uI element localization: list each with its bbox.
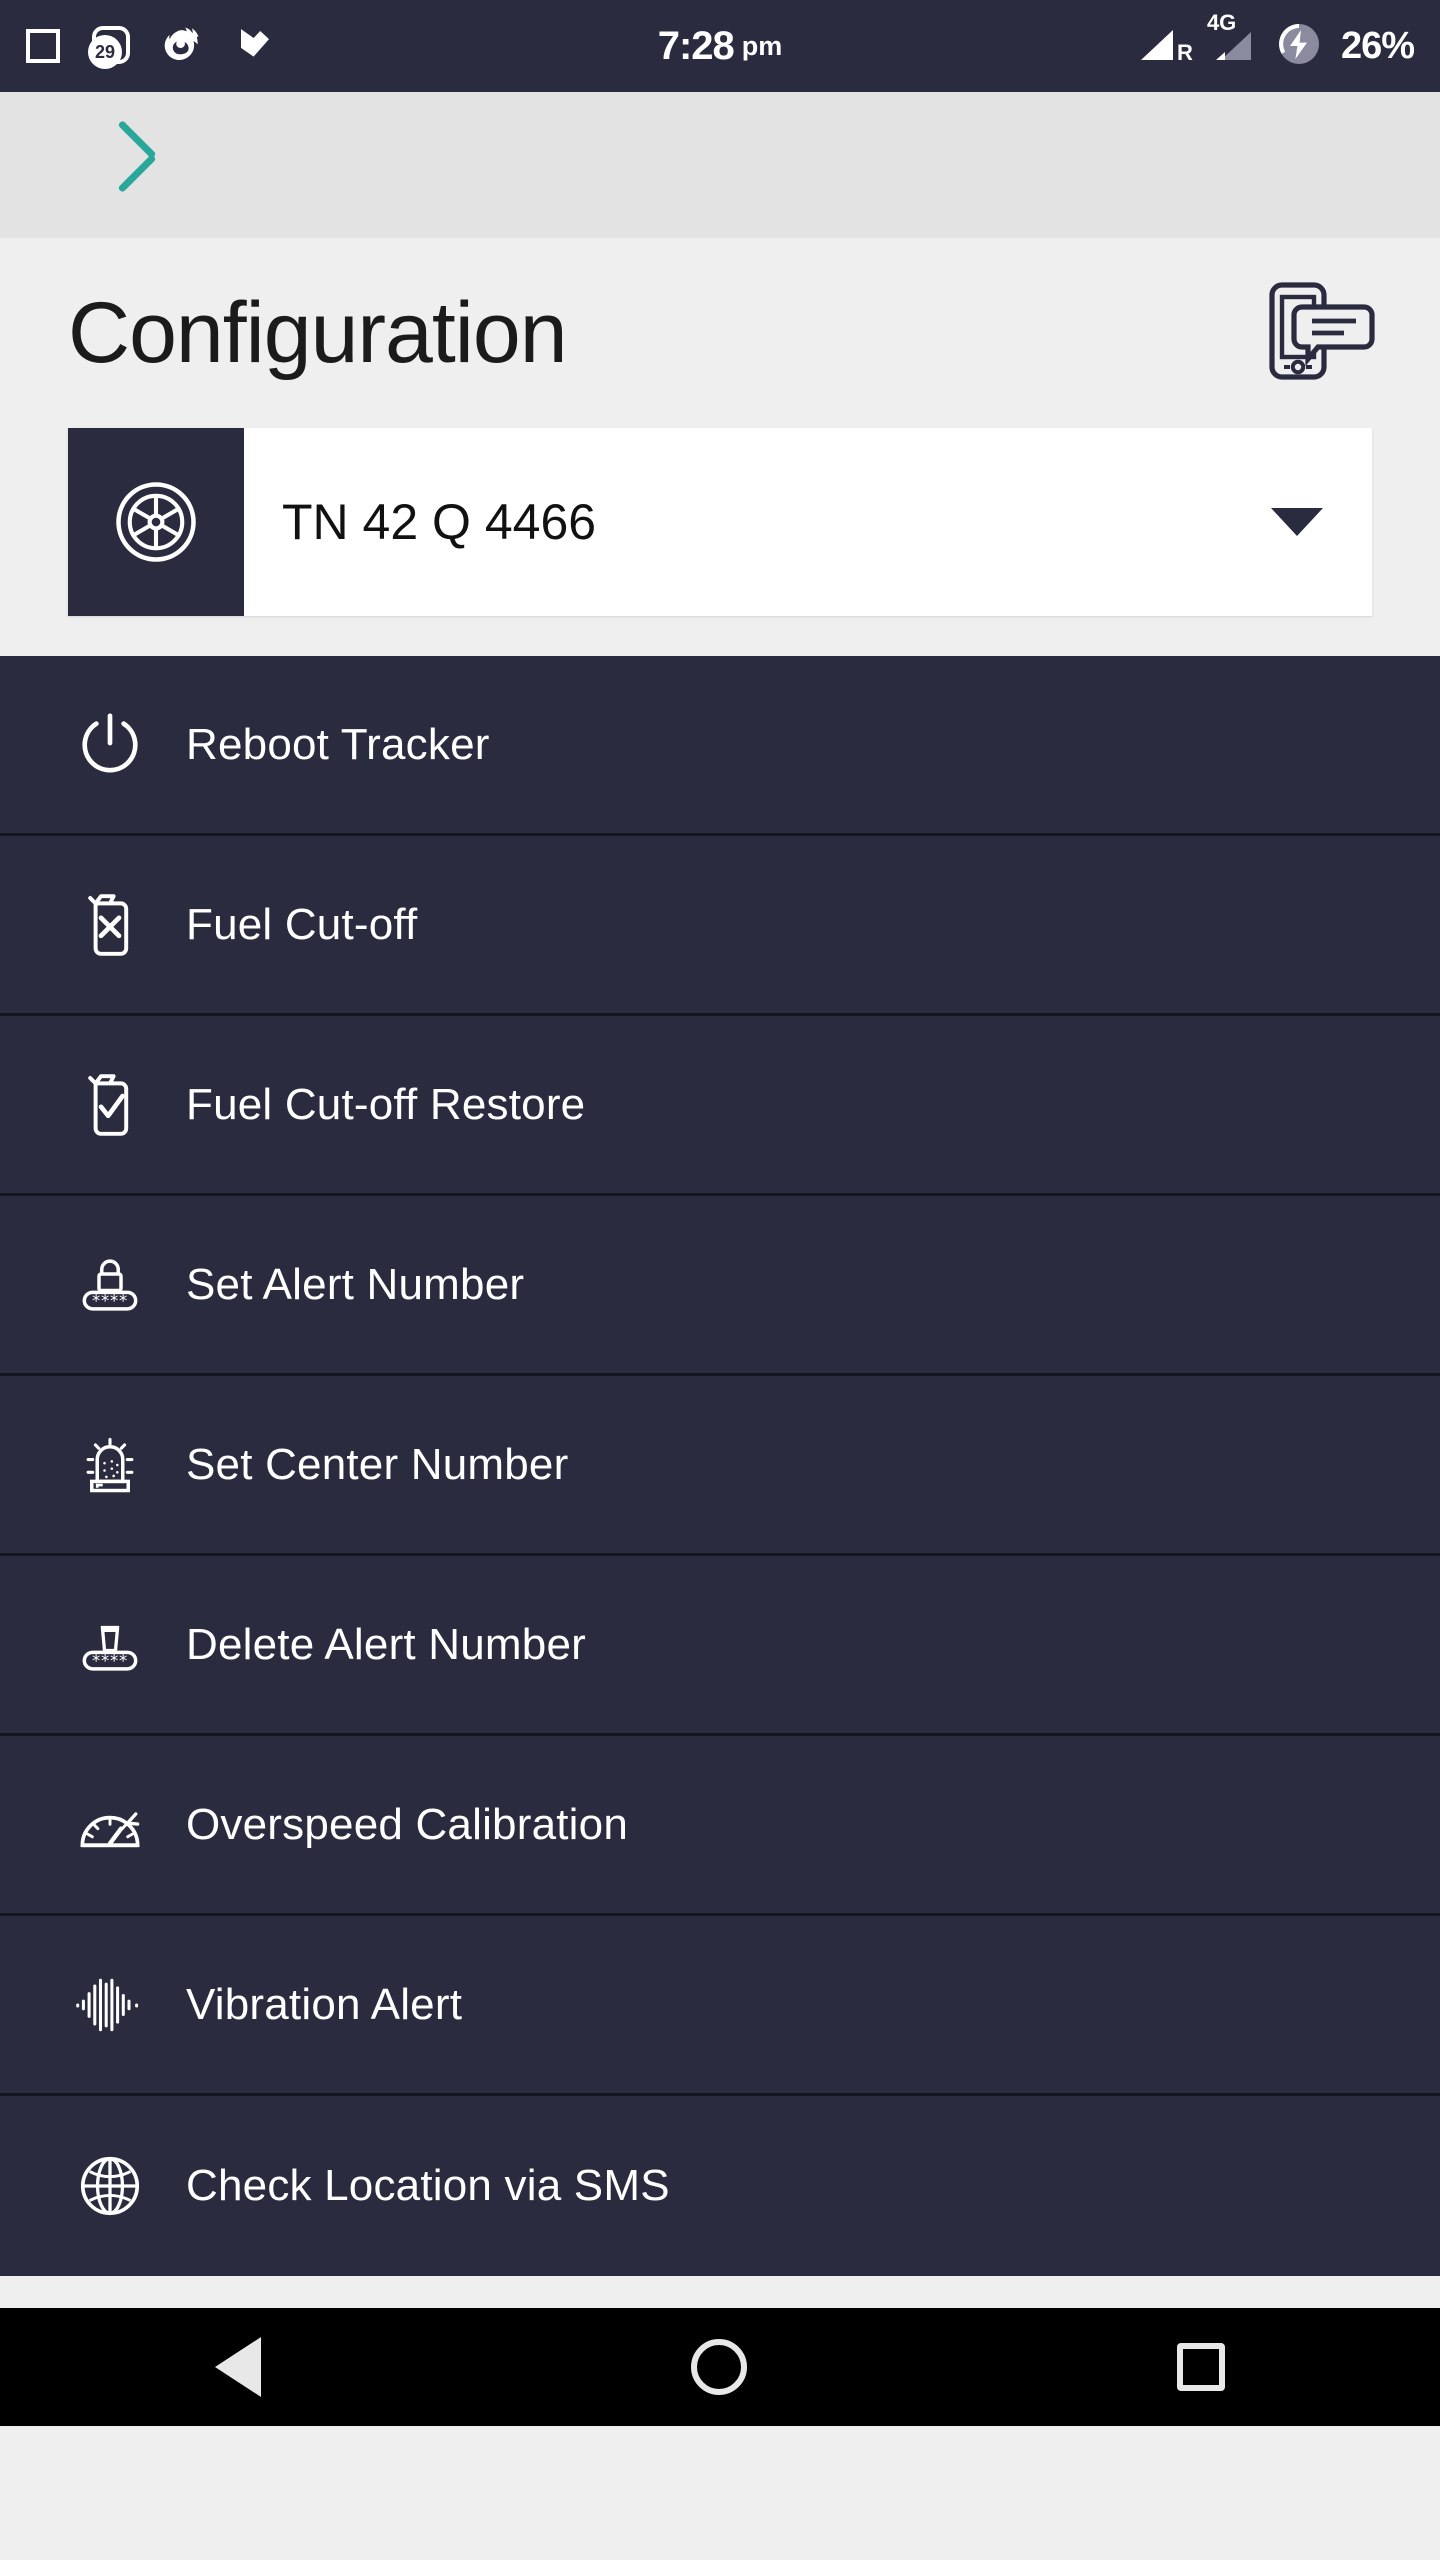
menu-item-fuel-cut-off-restore[interactable]: Fuel Cut-off Restore bbox=[0, 1016, 1440, 1196]
menu-item-set-center-number[interactable]: Set Center Number bbox=[0, 1376, 1440, 1556]
svg-text:****: **** bbox=[92, 1651, 128, 1670]
globe-icon bbox=[58, 2151, 162, 2221]
nav-back-icon[interactable] bbox=[215, 2337, 261, 2397]
notification-badge-icon: 29 bbox=[88, 26, 130, 69]
menu-item-delete-alert-number[interactable]: **** Delete Alert Number bbox=[0, 1556, 1440, 1736]
signal-bars-secondary-icon: 4G bbox=[1207, 10, 1257, 66]
android-nav-bar bbox=[0, 2308, 1440, 2426]
firefox-icon bbox=[160, 22, 204, 71]
nav-recents-icon[interactable] bbox=[1177, 2343, 1225, 2391]
menu-item-label: Reboot Tracker bbox=[186, 719, 490, 769]
roaming-label: R bbox=[1177, 40, 1193, 65]
clock-ampm: pm bbox=[741, 30, 783, 61]
battery-charging-icon bbox=[1275, 20, 1323, 73]
menu-item-check-location-via-sms[interactable]: Check Location via SMS bbox=[0, 2096, 1440, 2276]
battery-percent: 26% bbox=[1340, 24, 1415, 67]
menu-item-label: Overspeed Calibration bbox=[186, 1799, 628, 1849]
signal-bars-icon: R bbox=[1135, 26, 1193, 66]
chevron-down-icon[interactable] bbox=[1222, 428, 1372, 616]
menu-item-label: Delete Alert Number bbox=[186, 1619, 586, 1669]
phone-screen: 29 7:28 pm R 4G 26% Configuration TN 42 … bbox=[0, 0, 1440, 2560]
vehicle-selector[interactable]: TN 42 Q 4466 bbox=[68, 428, 1372, 616]
checkmark-play-icon bbox=[234, 23, 276, 70]
speedometer-icon bbox=[58, 1793, 162, 1857]
siren-icon bbox=[58, 1430, 162, 1500]
phone-sms-icon[interactable] bbox=[1266, 279, 1378, 388]
configuration-menu-list: Reboot Tracker Fuel Cut-off Fuel Cut-off… bbox=[0, 656, 1440, 2276]
page-header: Configuration bbox=[0, 238, 1440, 428]
waveform-icon bbox=[58, 1976, 162, 2034]
menu-item-vibration-alert[interactable]: Vibration Alert bbox=[0, 1916, 1440, 2096]
wheel-icon bbox=[68, 428, 244, 616]
status-bar-left-icons: 29 bbox=[26, 22, 276, 71]
menu-item-label: Check Location via SMS bbox=[186, 2161, 670, 2210]
vehicle-selector-container: TN 42 Q 4466 bbox=[0, 428, 1440, 656]
menu-item-reboot-tracker[interactable]: Reboot Tracker bbox=[0, 656, 1440, 836]
back-chevron-icon[interactable] bbox=[140, 139, 192, 191]
nav-home-icon[interactable] bbox=[691, 2339, 747, 2395]
vehicle-selector-value: TN 42 Q 4466 bbox=[282, 494, 597, 550]
menu-item-label: Fuel Cut-off bbox=[186, 899, 418, 949]
fuel-can-x-icon bbox=[58, 889, 162, 961]
svg-text:****: **** bbox=[92, 1291, 128, 1310]
trash-password-icon: **** bbox=[58, 1612, 162, 1678]
power-icon bbox=[58, 710, 162, 780]
menu-item-label: Fuel Cut-off Restore bbox=[186, 1079, 586, 1129]
stop-square-icon bbox=[26, 29, 60, 63]
fuel-can-check-icon bbox=[58, 1069, 162, 1141]
menu-item-label: Set Alert Number bbox=[186, 1259, 525, 1309]
menu-item-overspeed-calibration[interactable]: Overspeed Calibration bbox=[0, 1736, 1440, 1916]
page-title: Configuration bbox=[68, 284, 568, 381]
status-bar-right-icons: R 4G 26% bbox=[1135, 0, 1415, 92]
clock-time: 7:28 bbox=[657, 23, 735, 68]
menu-item-fuel-cut-off[interactable]: Fuel Cut-off bbox=[0, 836, 1440, 1016]
menu-item-set-alert-number[interactable]: **** Set Alert Number bbox=[0, 1196, 1440, 1376]
list-bottom-spacer bbox=[0, 2276, 1440, 2308]
menu-item-label: Set Center Number bbox=[186, 1439, 569, 1489]
status-bar: 29 7:28 pm R 4G 26% bbox=[0, 0, 1440, 92]
notification-badge-count: 29 bbox=[88, 35, 122, 69]
network-type-label: 4G bbox=[1206, 10, 1237, 35]
menu-item-label: Vibration Alert bbox=[186, 1979, 463, 2029]
app-bar bbox=[0, 92, 1440, 238]
lock-password-icon: **** bbox=[58, 1252, 162, 1318]
